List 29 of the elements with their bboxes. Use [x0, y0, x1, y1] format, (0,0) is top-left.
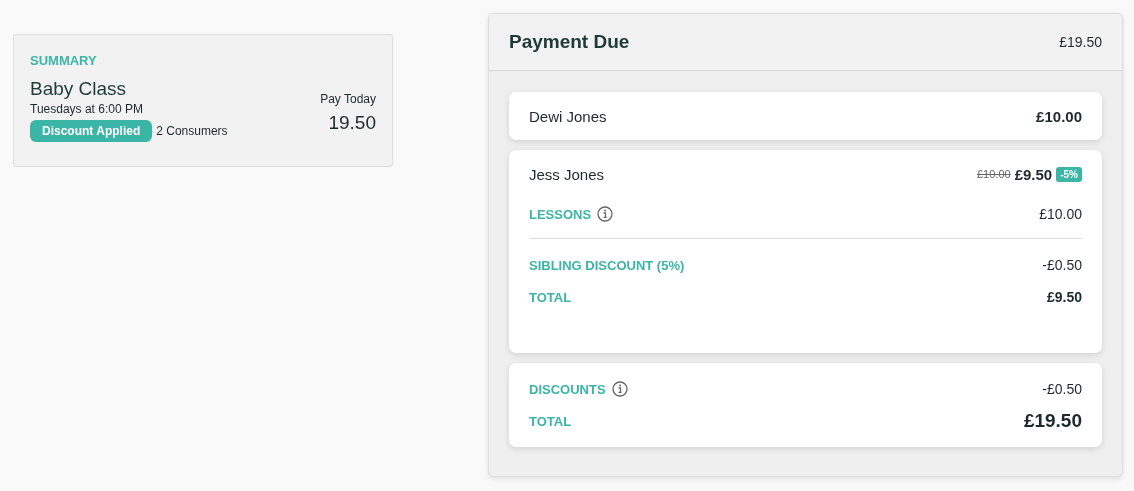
line-label: LESSONS — [529, 206, 592, 222]
summary-heading: SUMMARY — [30, 53, 98, 68]
discount-badge: Discount Applied — [30, 120, 153, 142]
consumer-card[interactable]: Dewi Jones £10.00 — [509, 92, 1102, 140]
line-label: SIBLING DISCOUNT (5%) — [529, 257, 685, 273]
line-label: TOTAL — [529, 413, 572, 429]
panel-title: Payment Due — [509, 31, 630, 53]
consumer-price: £9.50 — [1014, 165, 1053, 183]
line-amount: -£0.50 — [1042, 381, 1082, 397]
line-amount: £9.50 — [1046, 289, 1082, 305]
info-icon[interactable] — [597, 206, 614, 222]
pay-today-label: Pay Today — [320, 92, 376, 106]
consumer-card[interactable]: Jess Jones £10.00 £9.50 -5% LESSONS £10.00 SIBLING DISCOUNT (5%) -£0.50 TOTAL £9.50 — [509, 150, 1102, 353]
line-amount: -£0.50 — [1042, 257, 1082, 273]
line-amount: £19.50 — [1023, 410, 1082, 432]
line-label: DISCOUNTS — [529, 381, 606, 397]
pay-today-amount: 19.50 — [327, 112, 376, 134]
line-label: TOTAL — [529, 289, 572, 305]
consumer-name: Jess Jones — [529, 165, 605, 183]
panel-amount: £19.50 — [1059, 34, 1102, 50]
class-name: Baby Class — [30, 78, 128, 100]
info-icon[interactable] — [611, 381, 628, 397]
schedule-text: Tuesdays at 6:00 PM — [30, 102, 144, 116]
consumer-price: £10.00 — [1036, 107, 1082, 125]
original-price: £10.00 — [977, 168, 1011, 180]
discount-badge: -5% — [1056, 166, 1082, 182]
consumer-name: Dewi Jones — [529, 107, 607, 125]
line-amount: £10.00 — [1039, 206, 1082, 222]
consumer-count: 2 Consumers — [156, 124, 228, 138]
